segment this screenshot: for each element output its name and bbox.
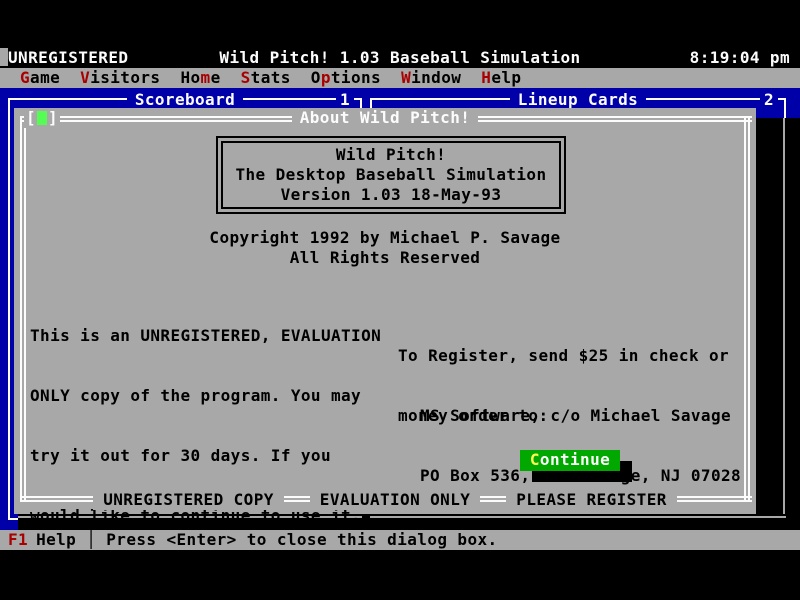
dialog-shadow-right [756, 118, 800, 530]
mouse-cursor-block [0, 48, 8, 66]
paragraph-line: try it out for 30 days. If you [30, 446, 381, 466]
menu-item-game[interactable]: Game [20, 68, 60, 88]
menu-item-stats[interactable]: Stats [241, 68, 291, 88]
copyright-block: Copyright 1992 by Michael P. Savage All … [14, 228, 756, 268]
menu-item-visitors[interactable]: Visitors [80, 68, 160, 88]
menu-item-window[interactable]: Window [401, 68, 461, 88]
paragraph-line: This is an UNREGISTERED, EVALUATION [30, 326, 381, 346]
status-bar: F1Help │ Press <Enter> to close this dia… [0, 530, 800, 550]
program-subtitle: The Desktop Baseball Simulation [218, 165, 564, 185]
window-title-lineup-cards: Lineup Cards [372, 90, 784, 110]
window-number-scoreboard[interactable]: 1 [336, 90, 354, 110]
menu-item-help[interactable]: Help [481, 68, 521, 88]
dialog-title: About Wild Pitch! [14, 108, 756, 128]
about-dialog: [] About Wild Pitch! Wild Pitch! The Des… [14, 108, 756, 514]
status-badge: UNREGISTERED COPY [93, 490, 284, 510]
clock: 8:19:04 pm [690, 48, 790, 68]
menu-item-home[interactable]: Home [180, 68, 220, 88]
status-badge: PLEASE REGISTER [506, 490, 677, 510]
dos-screen: UNREGISTERED Wild Pitch! 1.03 Baseball S… [0, 0, 800, 600]
status-badge: EVALUATION ONLY [310, 490, 481, 510]
program-info-box: Wild Pitch! The Desktop Baseball Simulat… [216, 136, 566, 214]
copyright-line: All Rights Reserved [14, 248, 756, 268]
evaluation-paragraph: This is an UNREGISTERED, EVALUATION ONLY… [30, 286, 381, 600]
window-number-lineup-cards[interactable]: 2 [760, 90, 778, 110]
menu-item-options[interactable]: Options [311, 68, 381, 88]
paragraph-line: you'll have to register. When you [30, 566, 381, 586]
dialog-footer-badges: UNREGISTERED COPY EVALUATION ONLY PLEASE… [14, 490, 756, 510]
status-separator: │ [86, 530, 96, 550]
program-name: Wild Pitch! [218, 145, 564, 165]
close-icon [37, 111, 47, 125]
shadowed-window-border [783, 118, 785, 514]
address-line: MS Software, c/o Michael Savage [420, 406, 741, 426]
continue-button[interactable]: Continue [520, 450, 620, 471]
copyright-line: Copyright 1992 by Michael P. Savage [14, 228, 756, 248]
f1-help-hint[interactable]: F1Help [8, 530, 76, 550]
program-version: Version 1.03 18-May-93 [218, 185, 564, 205]
app-titlebar: UNREGISTERED Wild Pitch! 1.03 Baseball S… [0, 48, 800, 68]
menu-bar: Game Visitors Home Stats Options Window … [0, 68, 800, 88]
window-title-scoreboard: Scoreboard [10, 90, 360, 110]
paragraph-line: ONLY copy of the program. You may [30, 386, 381, 406]
status-message: Press <Enter> to close this dialog box. [106, 530, 497, 550]
app-title: Wild Pitch! 1.03 Baseball Simulation [0, 48, 800, 68]
dialog-close-button[interactable]: [] [24, 108, 60, 128]
register-line: To Register, send $25 in check or [398, 346, 729, 366]
